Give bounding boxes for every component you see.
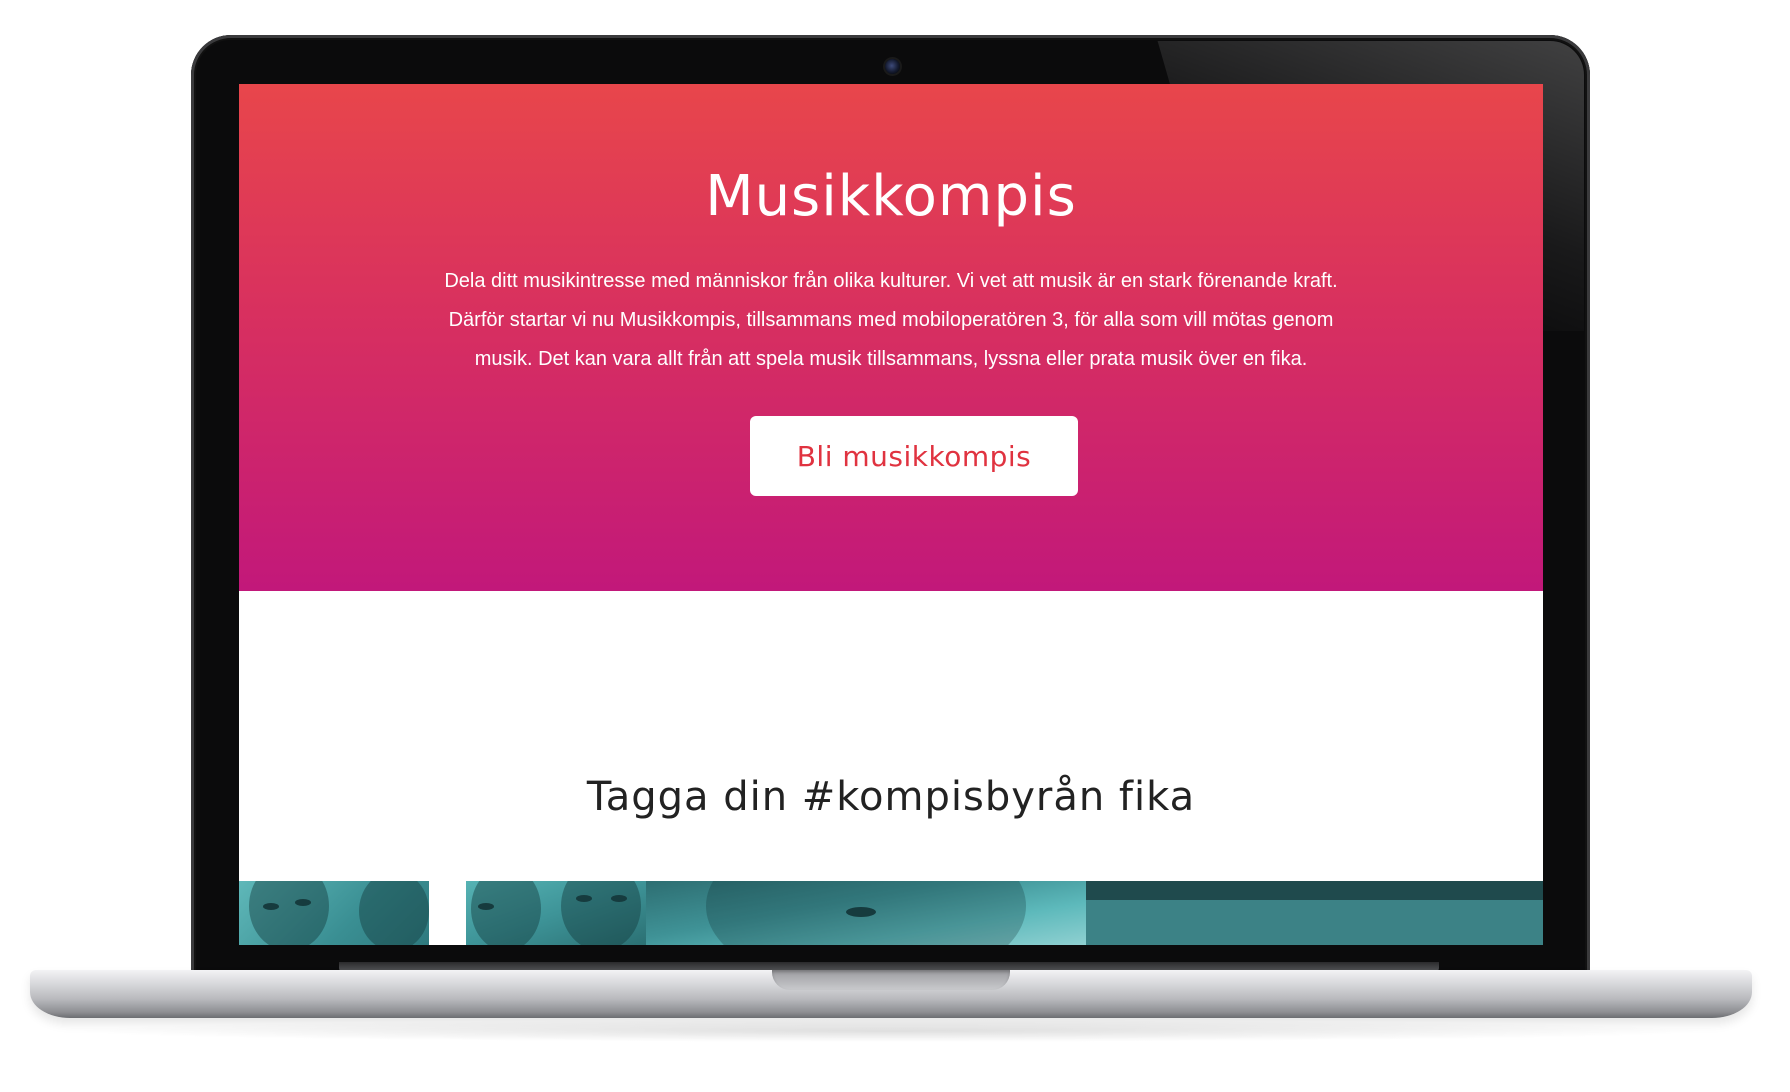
hero-section: Musikkompis Dela ditt musikintresse med … (239, 84, 1543, 591)
photo-face (471, 881, 541, 945)
section-title: Tagga din #kompisbyrån fika (586, 774, 1196, 820)
photo-face (249, 881, 329, 945)
gallery-gap (429, 881, 466, 945)
join-button[interactable]: Bli musikkompis (750, 416, 1078, 496)
laptop-shadow (60, 1020, 1720, 1042)
gallery-photo[interactable] (466, 881, 646, 945)
photo-eye (295, 899, 311, 906)
webcam-icon (885, 59, 900, 74)
photo-eye (846, 907, 876, 917)
gallery-photo[interactable] (239, 881, 429, 945)
hero-description: Dela ditt musikintresse med människor fr… (444, 270, 1338, 370)
laptop-screen: Musikkompis Dela ditt musikintresse med … (239, 84, 1543, 945)
hero-title: Musikkompis (705, 164, 1077, 229)
photo-face (359, 881, 429, 945)
laptop-notch (772, 970, 1010, 990)
photo-face (561, 881, 641, 945)
photo-eye (478, 903, 494, 910)
photo-eye (611, 895, 627, 902)
hashtag-section: Tagga din #kompisbyrån fika (239, 591, 1543, 881)
photo-gallery (239, 881, 1543, 945)
photo-eye (263, 903, 279, 910)
photo-eye (576, 895, 592, 902)
gallery-photo[interactable] (646, 881, 1086, 945)
gallery-photo[interactable] (1086, 881, 1543, 945)
